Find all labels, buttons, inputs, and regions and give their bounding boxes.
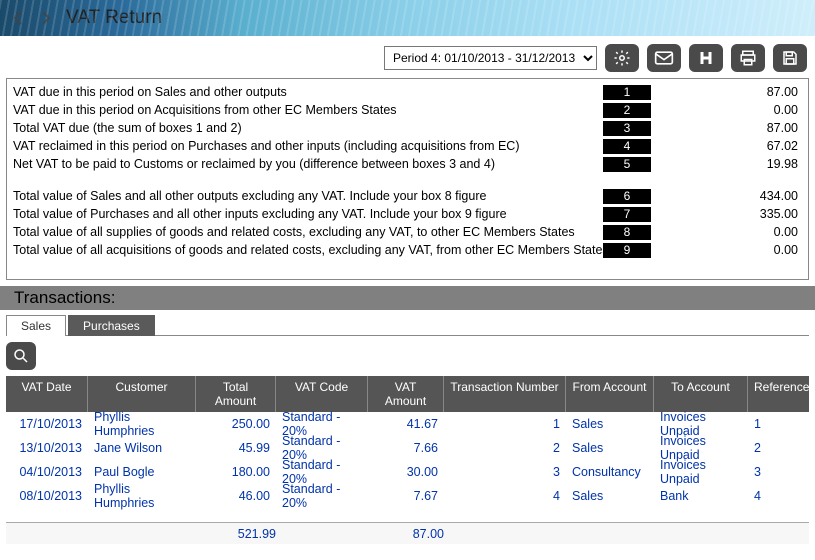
vat-box-row: Total value of all supplies of goods and… [13, 223, 802, 241]
cell-customer: Phyllis Humphries [88, 407, 196, 441]
toolbar: Period 4: 01/10/2013 - 31/12/2013 [0, 36, 815, 76]
vat-box-number: 1 [603, 85, 651, 100]
header-bar: VAT Return [0, 0, 815, 36]
vat-box-label: Total VAT due (the sum of boxes 1 and 2) [13, 121, 603, 135]
cell-date: 08/10/2013 [6, 486, 88, 506]
vat-box-label: Total value of Sales and all other outpu… [13, 189, 603, 203]
vat-box-row: Total VAT due (the sum of boxes 1 and 2)… [13, 119, 802, 137]
vat-box-value: 335.00 [651, 207, 802, 221]
cell-to: Bank [654, 486, 748, 506]
cell-tno: 3 [444, 462, 566, 482]
col-vat-date[interactable]: VAT Date [6, 376, 88, 412]
back-button[interactable] [8, 7, 30, 29]
vat-box-number: 9 [603, 243, 651, 258]
vat-box-number: 5 [603, 157, 651, 172]
cell-date: 13/10/2013 [6, 438, 88, 458]
transactions-tabs: Sales Purchases [6, 314, 809, 336]
vat-box-value: 19.98 [651, 157, 802, 171]
tab-purchases[interactable]: Purchases [68, 315, 155, 336]
cell-customer: Jane Wilson [88, 438, 196, 458]
cell-tno: 4 [444, 486, 566, 506]
vat-box-value: 0.00 [651, 243, 802, 257]
cell-tno: 1 [444, 414, 566, 434]
cell-date: 04/10/2013 [6, 462, 88, 482]
cell-total: 180.00 [196, 462, 276, 482]
cell-vat: 30.00 [368, 462, 444, 482]
cell-vat: 7.67 [368, 486, 444, 506]
transactions-heading: Transactions: [0, 286, 815, 310]
vat-box-number: 3 [603, 121, 651, 136]
vat-box-row: Total value of Purchases and all other i… [13, 205, 802, 223]
vat-box-row: VAT due in this period on Sales and othe… [13, 83, 802, 101]
cell-vat: 41.67 [368, 414, 444, 434]
cell-from: Sales [566, 486, 654, 506]
vat-box-value: 67.02 [651, 139, 802, 153]
footer-total: 521.99 [196, 527, 276, 541]
col-reference[interactable]: Reference [748, 376, 815, 412]
cell-date: 17/10/2013 [6, 414, 88, 434]
grid-footer: 521.99 87.00 [6, 522, 809, 544]
vat-box-number: 2 [603, 103, 651, 118]
vat-box-label: Net VAT to be paid to Customs or reclaim… [13, 157, 603, 171]
table-row[interactable]: 08/10/2013Phyllis Humphries46.00Standard… [6, 484, 809, 508]
page-title: VAT Return [66, 7, 162, 29]
vat-box-number: 4 [603, 139, 651, 154]
cell-total: 250.00 [196, 414, 276, 434]
forward-button[interactable] [34, 7, 56, 29]
vat-box-row: Total value of Sales and all other outpu… [13, 187, 802, 205]
cell-ref: 4 [748, 486, 808, 506]
save-button[interactable] [773, 44, 807, 72]
col-vat-amount[interactable]: VAT Amount [368, 376, 444, 412]
cell-code: Standard - 20% [276, 479, 368, 513]
vat-box-row: Net VAT to be paid to Customs or reclaim… [13, 155, 802, 173]
vat-box-label: Total value of all acquisitions of goods… [13, 243, 603, 257]
print-button[interactable] [731, 44, 765, 72]
cell-from: Sales [566, 438, 654, 458]
settings-button[interactable] [605, 44, 639, 72]
vat-box-number: 8 [603, 225, 651, 240]
vat-box-label: VAT due in this period on Sales and othe… [13, 85, 603, 99]
history-button[interactable] [689, 44, 723, 72]
vat-box-label: Total value of all supplies of goods and… [13, 225, 603, 239]
cell-total: 45.99 [196, 438, 276, 458]
col-from-account[interactable]: From Account [566, 376, 654, 412]
vat-box-row: VAT reclaimed in this period on Purchase… [13, 137, 802, 155]
cell-ref: 1 [748, 414, 808, 434]
col-transaction-number[interactable]: Transaction Number [444, 376, 566, 412]
tab-sales[interactable]: Sales [6, 315, 66, 336]
transactions-grid: VAT Date Customer Total Amount VAT Code … [6, 376, 809, 544]
vat-box-label: VAT reclaimed in this period on Purchase… [13, 139, 603, 153]
cell-ref: 3 [748, 462, 808, 482]
col-total-amount[interactable]: Total Amount [196, 376, 276, 412]
vat-box-number: 7 [603, 207, 651, 222]
cell-tno: 2 [444, 438, 566, 458]
footer-vat: 87.00 [368, 527, 444, 541]
vat-box-value: 0.00 [651, 103, 802, 117]
search-button[interactable] [6, 342, 36, 370]
email-button[interactable] [647, 44, 681, 72]
vat-box-value: 434.00 [651, 189, 802, 203]
cell-customer: Phyllis Humphries [88, 479, 196, 513]
cell-vat: 7.66 [368, 438, 444, 458]
vat-box-label: Total value of Purchases and all other i… [13, 207, 603, 221]
vat-summary: VAT due in this period on Sales and othe… [6, 78, 809, 280]
cell-to: Invoices Unpaid [654, 455, 748, 489]
period-select[interactable]: Period 4: 01/10/2013 - 31/12/2013 [384, 46, 597, 70]
vat-box-label: VAT due in this period on Acquisitions f… [13, 103, 603, 117]
vat-box-value: 87.00 [651, 121, 802, 135]
cell-from: Consultancy [566, 462, 654, 482]
vat-box-number: 6 [603, 189, 651, 204]
cell-ref: 2 [748, 438, 808, 458]
vat-box-value: 87.00 [651, 85, 802, 99]
vat-box-row: VAT due in this period on Acquisitions f… [13, 101, 802, 119]
cell-from: Sales [566, 414, 654, 434]
cell-total: 46.00 [196, 486, 276, 506]
vat-box-value: 0.00 [651, 225, 802, 239]
vat-box-row: Total value of all acquisitions of goods… [13, 241, 802, 259]
